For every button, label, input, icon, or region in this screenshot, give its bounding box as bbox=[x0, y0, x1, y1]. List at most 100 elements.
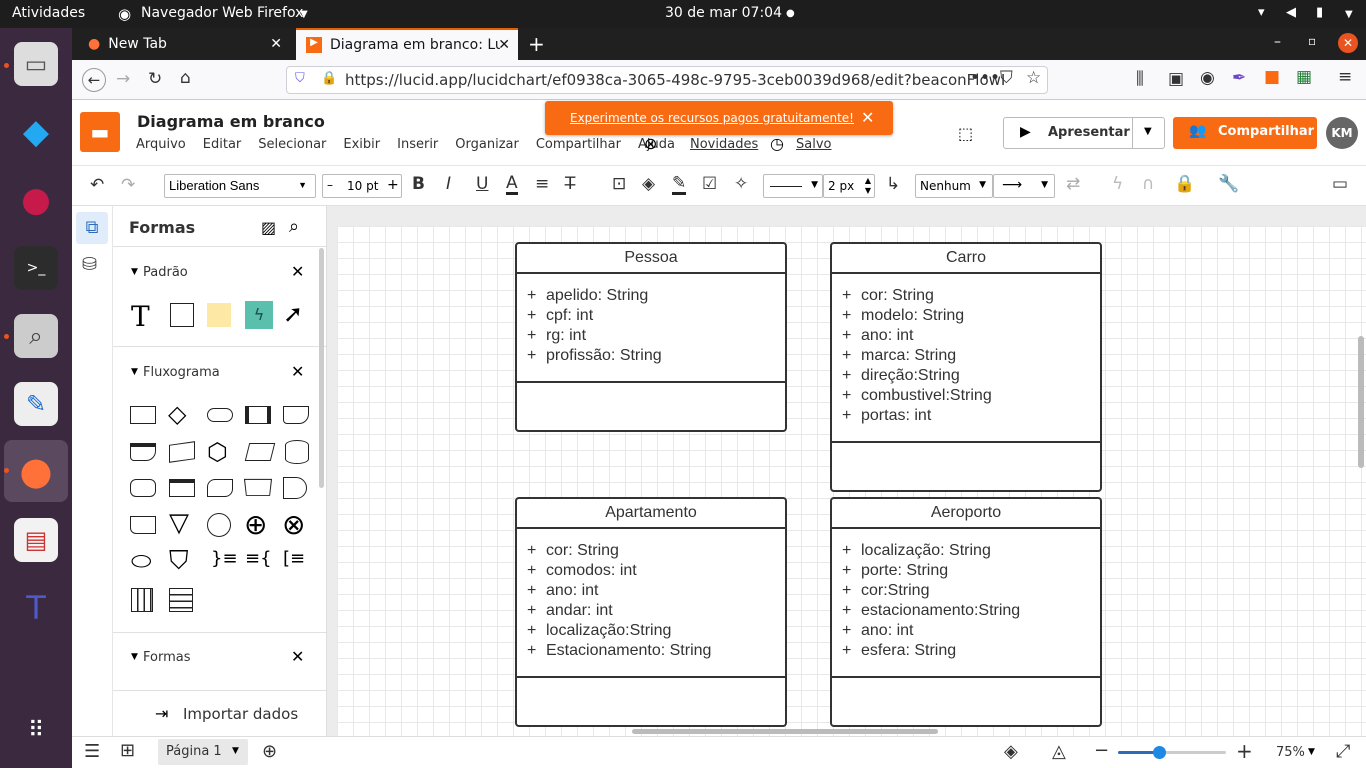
section-label-formas[interactable]: Formas bbox=[143, 650, 191, 665]
binoculars-icon[interactable]: ⊗ bbox=[644, 134, 657, 153]
process-shape-icon[interactable] bbox=[130, 406, 156, 424]
collapse-chevron-icon[interactable]: ▼ bbox=[131, 367, 138, 377]
increase-font-icon[interactable]: + bbox=[387, 177, 399, 193]
import-data-button[interactable]: Importar dados bbox=[183, 705, 298, 723]
text-options-icon[interactable]: T̶ bbox=[565, 176, 575, 193]
account-icon[interactable]: ◉ bbox=[1200, 70, 1215, 87]
predefined-process-shape-icon[interactable] bbox=[245, 406, 271, 424]
extension-icon[interactable]: ✒ bbox=[1232, 70, 1246, 87]
text-color-icon[interactable]: A bbox=[506, 175, 518, 195]
new-tab-button[interactable]: + bbox=[528, 32, 545, 56]
magic-wand-icon[interactable]: ✧ bbox=[734, 176, 748, 193]
wrench-icon[interactable]: 🔧 bbox=[1218, 176, 1239, 193]
clock[interactable]: 30 de mar 07:04 bbox=[665, 5, 782, 21]
avatar[interactable]: KM bbox=[1326, 117, 1358, 149]
close-promo-icon[interactable]: ✕ bbox=[861, 108, 874, 127]
swimlane-horizontal-shape-icon[interactable] bbox=[169, 588, 193, 612]
annotation-bracket-shape-icon[interactable]: [≡ bbox=[283, 548, 305, 569]
reload-icon[interactable]: ↻ bbox=[148, 71, 162, 88]
system-menu-chevron-icon[interactable]: ▼ bbox=[1345, 9, 1353, 20]
back-icon[interactable]: ← bbox=[82, 68, 106, 92]
tab-diagram[interactable]: ▶ Diagrama em branco: Luc ✕ bbox=[296, 28, 518, 60]
canvas-horizontal-scrollbar[interactable] bbox=[632, 729, 938, 734]
app-menu[interactable]: Navegador Web Firefox bbox=[141, 5, 303, 21]
rectangle-shape-icon[interactable] bbox=[170, 303, 194, 327]
database-shape-icon[interactable] bbox=[285, 440, 309, 464]
raspberry-icon[interactable]: ● bbox=[14, 178, 58, 222]
menu-selecionar[interactable]: Selecionar bbox=[258, 137, 326, 152]
off-page-reference-shape-icon[interactable]: ⛉ bbox=[169, 546, 189, 577]
present-options-chevron-icon[interactable]: ▼ bbox=[1144, 126, 1152, 137]
image-icon[interactable]: ▨ bbox=[261, 218, 276, 237]
redo-icon[interactable]: ↷ bbox=[121, 177, 135, 194]
start-endpoint-select[interactable]: Nenhum ▼ bbox=[915, 174, 993, 198]
novidades-link[interactable]: Novidades bbox=[690, 137, 758, 152]
annotation-left-shape-icon[interactable]: ≡{ bbox=[245, 548, 272, 569]
undo-icon[interactable]: ↶ bbox=[90, 177, 104, 194]
lightning-icon[interactable]: ϟ bbox=[1112, 176, 1123, 193]
menu-editar[interactable]: Editar bbox=[203, 137, 242, 152]
zoom-out-icon[interactable]: − bbox=[1094, 742, 1109, 760]
page-grid-icon[interactable]: ⊞ bbox=[120, 742, 135, 760]
document-shape-icon[interactable] bbox=[283, 406, 309, 424]
decision-shape-icon[interactable]: ◇ bbox=[168, 400, 186, 428]
uml-class-apartamento[interactable]: Apartamento + cor: String + comodos: int + an… bbox=[515, 497, 787, 727]
forward-icon[interactable]: → bbox=[116, 71, 130, 88]
diagram-page[interactable]: Pessoa + apelido: String + cpf: int + rg: int… bbox=[337, 226, 1366, 736]
end-endpoint-select[interactable]: ⟶ ▼ bbox=[993, 174, 1055, 198]
more-actions-icon[interactable]: ••• bbox=[970, 70, 1000, 87]
teams-icon[interactable]: T bbox=[14, 586, 58, 630]
swimlane-vertical-shape-icon[interactable] bbox=[131, 588, 153, 612]
sidebar-icon[interactable]: ▣ bbox=[1168, 71, 1184, 88]
vscode-icon[interactable]: ◆ bbox=[14, 110, 58, 154]
add-page-icon[interactable]: ⊕ bbox=[262, 743, 277, 761]
menu-inserir[interactable]: Inserir bbox=[397, 137, 438, 152]
data-linking-icon[interactable]: ⛁ bbox=[82, 254, 97, 275]
arrow-shape-icon[interactable]: ➚ bbox=[283, 300, 303, 328]
terminal-icon[interactable]: >_ bbox=[14, 246, 58, 290]
app-grid-icon[interactable]: ⠿ bbox=[14, 708, 58, 752]
present-button[interactable]: Apresentar bbox=[1048, 125, 1130, 140]
close-section-icon[interactable]: ✕ bbox=[291, 647, 304, 666]
menu-exibir[interactable]: Exibir bbox=[343, 137, 380, 152]
close-tab-icon[interactable]: ✕ bbox=[498, 37, 510, 53]
page-list-icon[interactable]: ☰ bbox=[84, 743, 100, 761]
internal-storage-shape-icon[interactable] bbox=[169, 479, 195, 497]
align-icon[interactable]: ≡ bbox=[535, 176, 549, 193]
comments-icon[interactable]: ⬚ bbox=[958, 124, 973, 143]
summing-junction-shape-icon[interactable]: ⊗ bbox=[282, 508, 305, 541]
off-page-shape-icon[interactable] bbox=[130, 516, 156, 534]
shapes-library-icon[interactable]: ⧉ bbox=[76, 212, 108, 244]
firefox-dock-icon[interactable]: ● bbox=[4, 440, 68, 502]
canvas[interactable]: Pessoa + apelido: String + cpf: int + rg: int… bbox=[327, 206, 1366, 736]
zoom-slider-handle[interactable] bbox=[1153, 746, 1167, 759]
battery-icon[interactable]: ▮ bbox=[1316, 5, 1323, 20]
share-button[interactable]: 👥 Compartilhar bbox=[1173, 117, 1317, 149]
preparation-shape-icon[interactable]: ⬡ bbox=[207, 438, 228, 466]
line-width-stepper[interactable]: 2 px ▲ ▼ bbox=[823, 174, 875, 198]
library-icon[interactable]: ⫼ bbox=[1136, 71, 1144, 88]
style-icon[interactable]: ☑ bbox=[702, 176, 717, 193]
menu-arquivo[interactable]: Arquivo bbox=[136, 137, 186, 152]
canvas-vertical-scrollbar[interactable] bbox=[1358, 336, 1364, 468]
home-icon[interactable]: ⌂ bbox=[180, 70, 191, 87]
font-family-select[interactable]: Liberation Sans ▼ bbox=[164, 174, 316, 198]
display-shape-icon[interactable]: ⬭ bbox=[131, 547, 152, 575]
volume-icon[interactable]: ◀ bbox=[1286, 5, 1296, 20]
sticky-note-shape-icon[interactable] bbox=[207, 303, 231, 327]
font-size-stepper[interactable]: – 10 pt + bbox=[322, 174, 402, 198]
section-label-padrao[interactable]: Padrão bbox=[143, 265, 188, 280]
wifi-icon[interactable]: ▾ bbox=[1258, 5, 1265, 20]
maximize-icon[interactable]: ▫ bbox=[1308, 34, 1316, 48]
zoom-chevron-icon[interactable]: ▼ bbox=[1308, 747, 1315, 757]
text-editor-icon[interactable]: ✎ bbox=[14, 382, 58, 426]
text-shape-icon[interactable]: T bbox=[131, 300, 150, 333]
sheets-extension-icon[interactable]: ▦ bbox=[1296, 69, 1312, 86]
menu-compartilhar[interactable]: Compartilhar bbox=[536, 137, 621, 152]
close-window-icon[interactable]: ✕ bbox=[1338, 33, 1358, 53]
shield-icon[interactable]: ⛉ bbox=[295, 71, 305, 86]
uml-class-pessoa[interactable]: Pessoa + apelido: String + cpf: int + rg: int… bbox=[515, 242, 787, 432]
close-section-icon[interactable]: ✕ bbox=[291, 362, 304, 381]
bookmark-star-icon[interactable]: ☆ bbox=[1026, 70, 1041, 87]
activities-button[interactable]: Atividades bbox=[12, 5, 85, 21]
